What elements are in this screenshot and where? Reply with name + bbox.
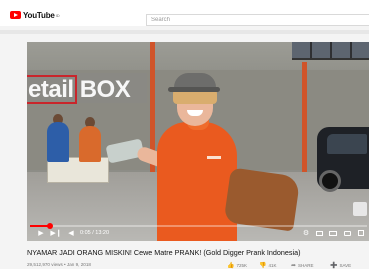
share-icon: ➦ [291, 262, 297, 269]
top-bar: YouTube ID [0, 0, 369, 26]
background-person [79, 126, 101, 162]
progress-bar[interactable] [30, 223, 367, 229]
share-label: SHARE [298, 262, 314, 268]
cast-icon [343, 230, 351, 236]
play-icon: ▶ [38, 230, 44, 237]
cloth [223, 167, 301, 232]
theater-icon [329, 230, 337, 236]
main-person [157, 122, 237, 241]
settings-button[interactable]: ⚙ [301, 228, 311, 238]
save-icon: ➕ [330, 262, 338, 269]
volume-button[interactable]: ◀ [66, 228, 76, 238]
video-player[interactable]: etail BOX [27, 42, 369, 241]
fullscreen-icon [358, 230, 364, 236]
theater-button[interactable] [328, 228, 338, 238]
search-input[interactable] [151, 15, 351, 25]
next-button[interactable]: ▶❙ [50, 228, 62, 238]
skip-next-icon: ▶❙ [50, 230, 62, 237]
cast-button[interactable] [342, 228, 352, 238]
youtube-logo-icon [10, 11, 21, 19]
logo-country-code: ID [55, 12, 60, 18]
youtube-logo[interactable]: YouTube ID [10, 9, 60, 21]
video-meta: 29,512,970 views • Jan 9, 2018 [27, 262, 91, 267]
like-count: 725K [236, 262, 247, 268]
logo-text: YouTube [23, 10, 55, 20]
miniplayer-icon [315, 230, 323, 236]
background-person [47, 122, 69, 162]
thumbs-up-icon: 👍 [227, 262, 235, 269]
video-title: NYAMAR JADI ORANG MISKIN! Cewe Matre PRA… [27, 248, 301, 257]
fullscreen-button[interactable] [356, 228, 366, 238]
thumbs-down-icon: 👎 [259, 262, 267, 269]
play-button[interactable]: ▶ [36, 228, 46, 238]
dislike-count: 41K [268, 262, 277, 268]
time-display: 0:05 / 13:20 [80, 230, 110, 236]
gear-icon: ⚙ [302, 230, 310, 237]
search-box[interactable] [146, 14, 369, 26]
background-watermark [0, 30, 369, 34]
miniplayer-button[interactable] [314, 228, 324, 238]
volume-icon: ◀ [68, 230, 74, 237]
store-sign-text: etail BOX [28, 76, 131, 103]
save-label: SAVE [339, 262, 352, 268]
